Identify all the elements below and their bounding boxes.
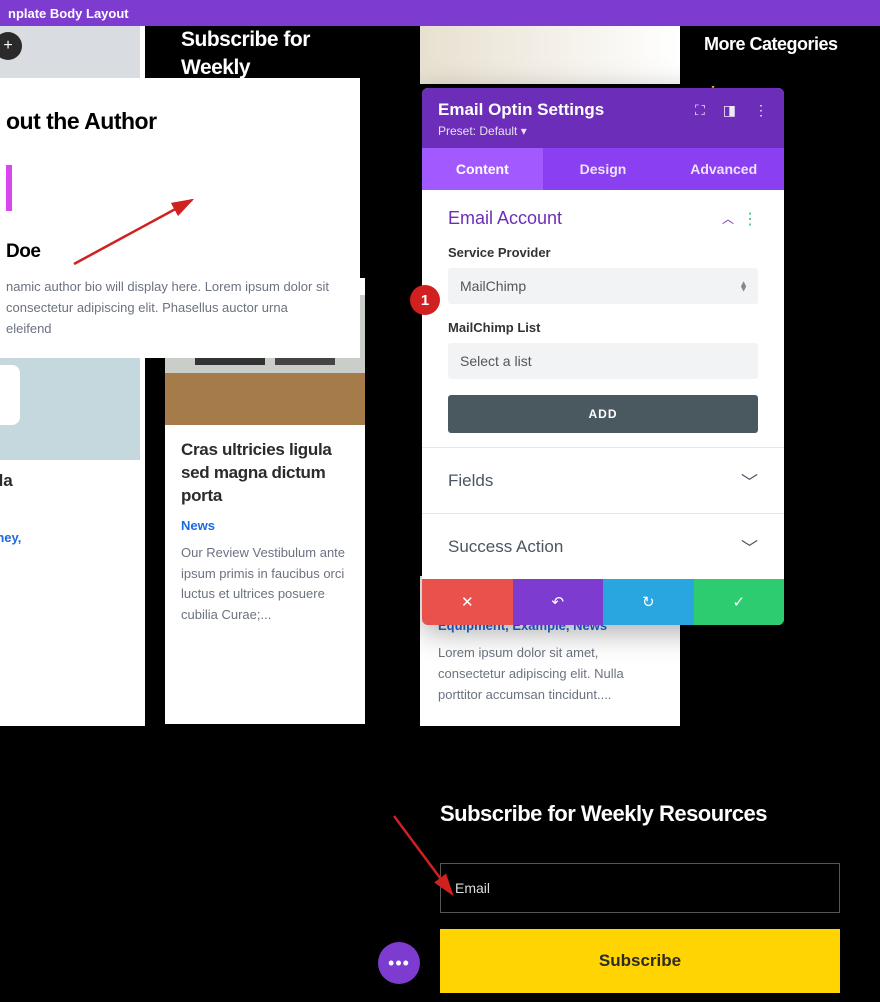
panel-content: Email Account ︿ ⋮ Service Provider MailC…	[422, 190, 784, 447]
chevron-up-icon[interactable]: ︿	[722, 210, 734, 227]
top-bar-title: nplate Body Layout	[8, 6, 129, 21]
menu-icon[interactable]: ⋮	[754, 102, 768, 119]
footer-subscribe-widget: Subscribe for Weekly Resources Subscribe	[440, 801, 840, 993]
avatar	[6, 165, 12, 211]
footer-email-input[interactable]	[440, 863, 840, 913]
undo-button[interactable]: ↶	[513, 579, 604, 625]
annotation-arrow	[394, 816, 474, 911]
select-arrows-icon: ▲▼	[739, 282, 748, 291]
builder-fab-button[interactable]: •••	[378, 942, 420, 984]
post-title[interactable]: Cras ultricies ligula sed magna dictum p…	[181, 439, 349, 508]
plus-icon: +	[3, 37, 12, 55]
post-categories[interactable]: News	[181, 518, 349, 533]
section-success-action[interactable]: Success Action ﹀	[422, 513, 784, 579]
sidebar-title: More Categories	[704, 34, 864, 55]
wireframe-top-bar: nplate Body Layout	[0, 0, 880, 26]
panel-header[interactable]: Email Optin Settings ⛶ ◨ ⋮ Preset: Defau…	[422, 88, 784, 148]
author-box-title: out the Author	[6, 108, 330, 135]
snap-icon[interactable]: ◨	[723, 102, 736, 119]
tab-content[interactable]: Content	[422, 148, 543, 190]
section-label: Fields	[448, 471, 493, 491]
label-mailchimp-list: MailChimp List	[448, 320, 758, 335]
post-title[interactable]: ies ligula a	[0, 470, 140, 516]
author-bio: namic author bio will display here. Lore…	[6, 277, 330, 339]
chevron-down-icon: ﹀	[741, 534, 758, 559]
tab-advanced[interactable]: Advanced	[663, 148, 784, 190]
section-label: Success Action	[448, 537, 563, 557]
mailchimp-list-select[interactable]: Select a list	[448, 343, 758, 379]
select-placeholder: Select a list	[460, 353, 532, 369]
post-image	[420, 26, 680, 84]
section-fields[interactable]: Fields ﹀	[422, 447, 784, 513]
panel-footer: ✕ ↶ ↻ ✓	[422, 579, 784, 625]
post-excerpt: Our Review Vestibulum ante ipsum primis …	[181, 543, 349, 626]
annotation-badge-1: 1	[410, 285, 440, 315]
preset-selector[interactable]: Preset: Default ▾	[438, 124, 768, 138]
footer-subscribe-button[interactable]: Subscribe	[440, 929, 840, 993]
expand-icon[interactable]: ⛶	[695, 102, 705, 119]
panel-title: Email Optin Settings	[438, 100, 604, 120]
post-excerpt: Lorem ipsum dolor sit amet, consectetur …	[438, 643, 668, 705]
add-button[interactable]: ADD	[448, 395, 758, 433]
tab-design[interactable]: Design	[543, 148, 664, 190]
page: + More Categories ring ance ogy non null…	[0, 26, 880, 1002]
label-service-provider: Service Provider	[448, 245, 758, 260]
annotation-arrow	[74, 194, 204, 279]
section-email-account[interactable]: Email Account	[448, 208, 562, 229]
service-provider-select[interactable]: MailChimp ▲▼	[448, 268, 758, 304]
panel-tabs: Content Design Advanced	[422, 148, 784, 190]
title-line: ies ligula	[0, 471, 13, 490]
redo-button[interactable]: ↻	[603, 579, 694, 625]
save-button[interactable]: ✓	[694, 579, 785, 625]
module-settings-panel: Email Optin Settings ⛶ ◨ ⋮ Preset: Defau…	[422, 88, 784, 625]
close-button[interactable]: ✕	[422, 579, 513, 625]
footer-subscribe-title: Subscribe for Weekly Resources	[440, 801, 840, 827]
section-menu-icon[interactable]: ⋮	[742, 209, 758, 229]
post-categories[interactable]: ealth, Money,	[0, 530, 140, 545]
chevron-down-icon: ﹀	[741, 468, 758, 493]
select-value: MailChimp	[460, 278, 526, 294]
